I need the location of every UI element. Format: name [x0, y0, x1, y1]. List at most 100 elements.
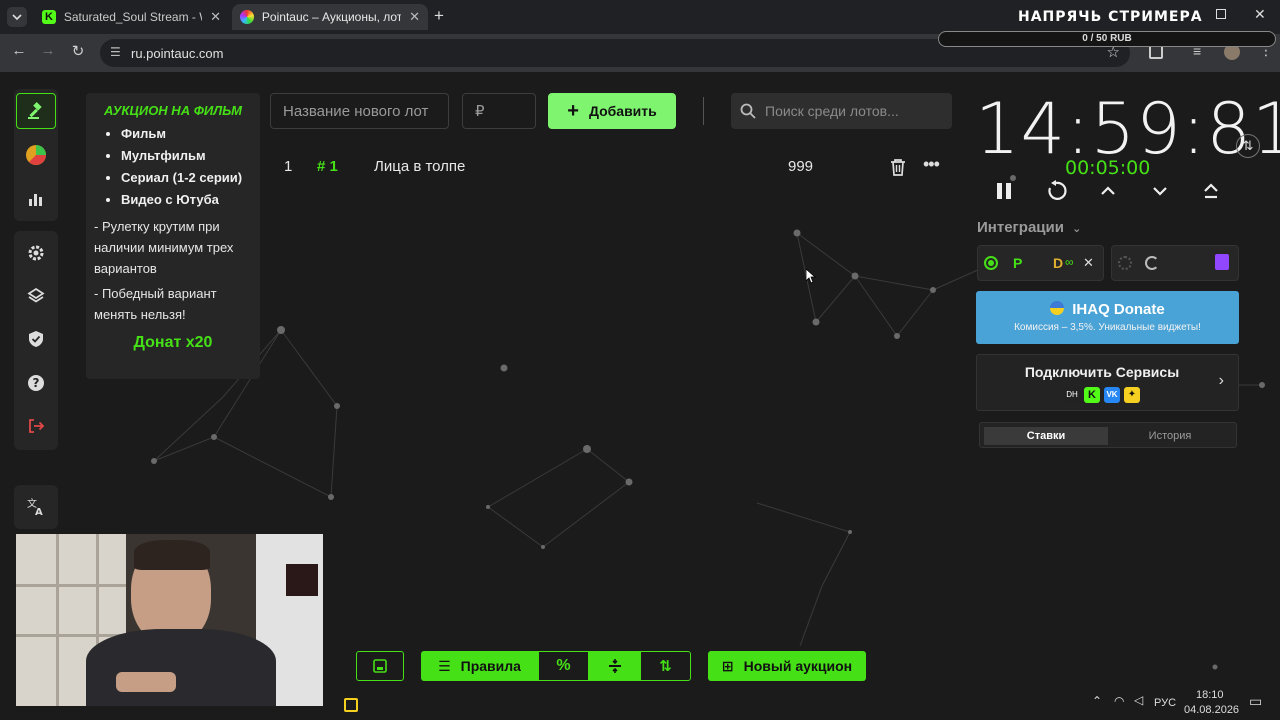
- swap-timer-button[interactable]: ⇅: [1236, 134, 1260, 158]
- taskbar-app-icon[interactable]: [344, 698, 358, 712]
- extensions-icon[interactable]: [1149, 45, 1163, 59]
- wifi-icon[interactable]: ◠: [1114, 694, 1124, 708]
- back-icon[interactable]: ←: [8, 42, 30, 59]
- browser-tab-pointauc[interactable]: Pointauc – Аукционы, лотереи ✕: [232, 4, 428, 30]
- lot-amount-input[interactable]: ₽: [462, 93, 536, 129]
- kick-logo-icon: K: [42, 10, 56, 24]
- rule-text: - Победный вариант менять нельзя!: [94, 286, 217, 322]
- pause-button[interactable]: [989, 176, 1019, 206]
- category-list: Фильм Мультфильм Сериал (1-2 серии) Виде…: [94, 126, 252, 208]
- window-restore-icon[interactable]: [1216, 9, 1226, 19]
- close-x-icon[interactable]: ✕: [1083, 255, 1094, 271]
- new-auction-button[interactable]: ⊞ Новый аукцион: [708, 651, 866, 681]
- lot-amount[interactable]: 999: [788, 158, 813, 175]
- chevron-down-icon: [12, 14, 22, 21]
- donationalerts-icon[interactable]: D: [1053, 255, 1063, 271]
- browser-tab-kick[interactable]: K Saturated_Soul Stream - Watch ✕: [34, 4, 229, 30]
- link-icon: ∞: [1065, 255, 1074, 269]
- pause-icon: [997, 183, 1011, 199]
- tray-expand-icon[interactable]: ⌃: [1092, 694, 1102, 708]
- donate-multiplier: Донат x20: [133, 334, 213, 351]
- sidebar-layers-button[interactable]: [16, 278, 56, 314]
- tab-bids[interactable]: Ставки: [984, 427, 1108, 445]
- connect-services-button[interactable]: Подключить Сервисы DH K VK ✦ ›: [976, 354, 1239, 411]
- window-close-icon[interactable]: ✕: [1254, 6, 1266, 23]
- help-icon: ?: [28, 375, 44, 391]
- close-tab-icon[interactable]: ✕: [409, 9, 420, 25]
- new-auction-icon: ⊞: [721, 657, 734, 674]
- twitch-icon[interactable]: [1215, 254, 1229, 270]
- lot-name-input[interactable]: Название нового лот: [270, 93, 449, 129]
- add-lot-button[interactable]: + Добавить: [548, 93, 676, 129]
- sidebar-auction-button[interactable]: [16, 93, 56, 129]
- site-settings-icon[interactable]: ☰: [110, 45, 121, 59]
- loading-icon: [1145, 256, 1159, 270]
- time-down-button[interactable]: [1145, 176, 1175, 206]
- sidebar-main: [14, 89, 58, 221]
- save-button[interactable]: [356, 651, 404, 681]
- chevron-right-icon: ›: [1218, 372, 1224, 389]
- sidebar-stats-button[interactable]: [16, 181, 56, 217]
- plus-icon: +: [567, 99, 579, 122]
- tab-history[interactable]: История: [1108, 427, 1232, 445]
- notifications-icon[interactable]: ▭: [1249, 693, 1262, 710]
- time-up-button[interactable]: [1093, 176, 1123, 206]
- vk-icon: VK: [1104, 387, 1120, 403]
- rules-icon: ☰: [438, 657, 451, 674]
- sidebar-secondary: ?: [14, 231, 58, 450]
- sidebar-wheel-button[interactable]: [16, 137, 56, 173]
- goal-progress-bar: 0 / 50 RUB: [938, 31, 1276, 47]
- service-icons: DH K VK ✦: [1064, 387, 1140, 403]
- integration-group-active: P D ∞ ✕: [977, 245, 1104, 281]
- clock-date[interactable]: 04.08.2026: [1184, 704, 1239, 716]
- layers-icon: [27, 287, 45, 303]
- language-indicator[interactable]: РУС: [1154, 697, 1176, 709]
- inactive-radio-icon[interactable]: [1118, 256, 1132, 270]
- ihaq-donate-banner[interactable]: IHAQ Donate Комиссия – 3,5%. Уникальные …: [976, 291, 1239, 344]
- list-item: Фильм: [121, 126, 252, 142]
- svg-text:?: ?: [33, 376, 40, 390]
- reset-button[interactable]: [1041, 176, 1071, 206]
- pie-wheel-icon: [26, 145, 46, 165]
- tab-search-button[interactable]: [7, 7, 27, 27]
- volume-icon[interactable]: ◁: [1134, 693, 1143, 707]
- rules-button[interactable]: ☰ Правила: [421, 651, 538, 681]
- lot-rank-badge: # 1: [317, 158, 338, 175]
- list-item: Видео с Ютуба: [121, 192, 252, 208]
- time-max-button[interactable]: [1196, 176, 1226, 206]
- active-radio-icon[interactable]: [984, 256, 998, 270]
- svg-text:A: A: [35, 507, 43, 517]
- webcam-overlay: [16, 534, 323, 706]
- bar-chart-icon: [29, 194, 42, 206]
- donatehub-icon: DH: [1064, 387, 1080, 403]
- double-chevron-up-icon: [1204, 183, 1218, 199]
- search-icon: [740, 103, 756, 119]
- chevron-down-icon: ⌄: [1072, 223, 1082, 235]
- sidebar-help-button[interactable]: ?: [16, 365, 56, 401]
- forward-icon[interactable]: →: [37, 42, 59, 59]
- language-button[interactable]: 文A: [16, 489, 56, 525]
- sidebar-logout-button[interactable]: [16, 408, 56, 444]
- sidebar-shield-button[interactable]: [16, 321, 56, 357]
- divider: [703, 97, 704, 125]
- more-options-icon[interactable]: •••: [923, 154, 940, 175]
- percent-button[interactable]: %: [538, 651, 589, 681]
- bids-history-tabs: Ставки История: [979, 422, 1237, 448]
- list-item: Сериал (1-2 серии): [121, 170, 252, 186]
- new-tab-button[interactable]: +: [434, 6, 444, 26]
- integrations-toggle[interactable]: Интеграции ⌄: [977, 219, 1081, 236]
- sidebar-settings-button[interactable]: [16, 235, 56, 271]
- lot-search-input[interactable]: Поиск среди лотов...: [731, 93, 952, 129]
- reload-icon[interactable]: ↻: [67, 42, 89, 60]
- clock-time[interactable]: 18:10: [1196, 689, 1224, 701]
- trash-icon[interactable]: [890, 158, 906, 176]
- close-tab-icon[interactable]: ✕: [210, 9, 221, 25]
- taskbar-tray: ⌃ ◠ ◁ РУС 18:10 04.08.2026 ▭: [1086, 688, 1280, 720]
- ihaq-logo-icon: [1050, 301, 1065, 315]
- logout-icon: [29, 419, 45, 433]
- donatepay-icon[interactable]: P: [1013, 255, 1022, 271]
- sort-button[interactable]: ⇅: [640, 651, 691, 681]
- lot-name[interactable]: Лица в толпе: [374, 158, 465, 175]
- chevron-up-icon: [1101, 186, 1115, 195]
- split-button[interactable]: [589, 651, 640, 681]
